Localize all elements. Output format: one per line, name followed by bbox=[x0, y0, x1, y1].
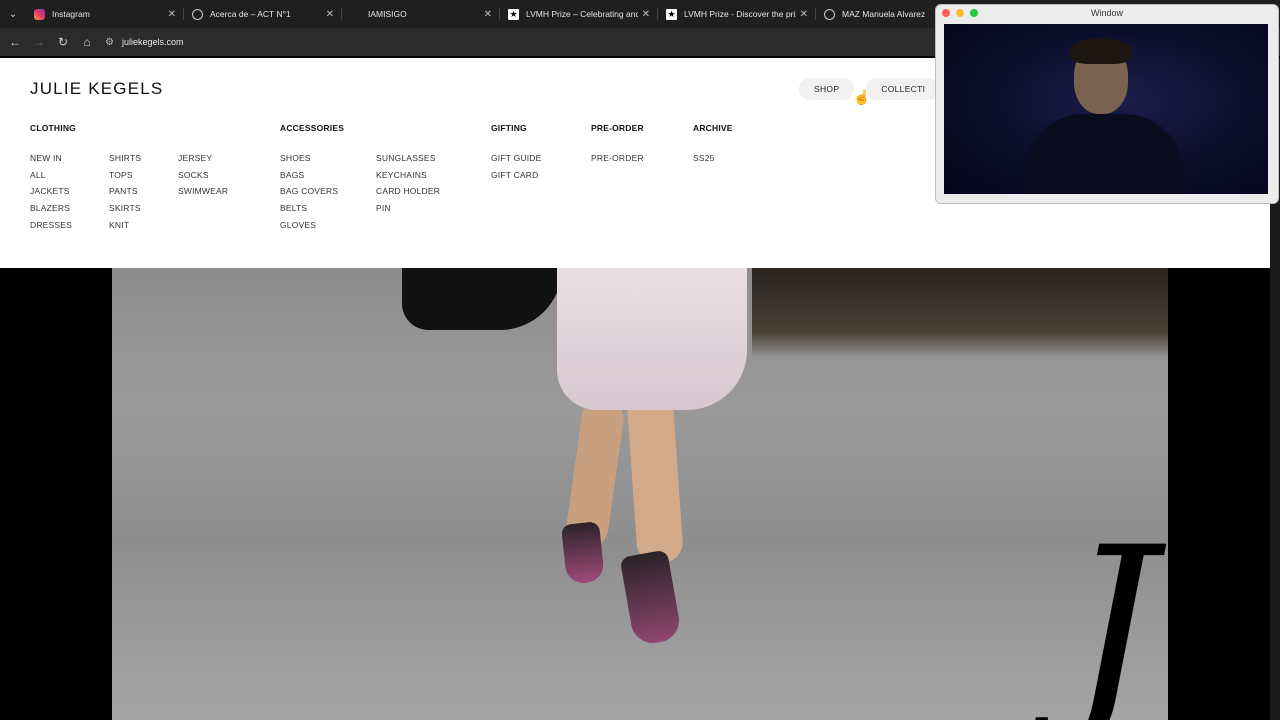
menu-link-jackets[interactable]: JACKETS bbox=[30, 186, 70, 196]
forward-arrow-icon[interactable]: → bbox=[27, 30, 51, 54]
audience-feet bbox=[752, 268, 1168, 358]
black-coat bbox=[402, 268, 562, 330]
menu-link-sunglasses[interactable]: SUNGLASSES bbox=[376, 153, 436, 163]
back-arrow-icon[interactable]: ← bbox=[3, 30, 27, 54]
address-bar[interactable]: ⚙ juliekegels.com bbox=[103, 37, 184, 48]
close-icon[interactable]: ✕ bbox=[168, 9, 176, 20]
close-icon[interactable]: ✕ bbox=[642, 9, 650, 20]
runway-photo bbox=[112, 268, 1168, 720]
site-settings-icon[interactable]: ⚙ bbox=[105, 37, 114, 48]
tab-instagram[interactable]: Instagram ✕ bbox=[26, 0, 184, 28]
menu-link-socks[interactable]: SOCKS bbox=[178, 170, 209, 180]
hero-section: J bbox=[0, 268, 1270, 720]
hand-cursor-icon: ☝ bbox=[853, 89, 871, 105]
tab-title: LVMH Prize – Celebrating and S bbox=[526, 9, 638, 19]
close-icon[interactable]: ✕ bbox=[326, 9, 334, 20]
menu-link-bag-covers[interactable]: BAG COVERS bbox=[280, 186, 338, 196]
webcam-feed bbox=[944, 24, 1268, 194]
person-hair bbox=[1070, 38, 1132, 64]
menu-link-blazers[interactable]: BLAZERS bbox=[30, 203, 70, 213]
pink-dress bbox=[557, 268, 747, 410]
tab-search-icon[interactable]: ⌄ bbox=[0, 0, 26, 28]
menu-link-ss25[interactable]: SS25 bbox=[693, 153, 715, 163]
home-icon[interactable]: ⌂ bbox=[75, 30, 99, 54]
brand-monogram: J bbox=[1068, 500, 1157, 720]
window-title: Window bbox=[1090, 8, 1123, 18]
lvmh-star-icon: ★ bbox=[666, 8, 677, 20]
tab-title: IAMISIGO bbox=[368, 9, 407, 19]
menu-link-knit[interactable]: KNIT bbox=[109, 220, 129, 230]
menu-heading-gifting[interactable]: GIFTING bbox=[491, 123, 527, 133]
menu-link-card-holder[interactable]: CARD HOLDER bbox=[376, 186, 440, 196]
menu-link-skirts[interactable]: SKIRTS bbox=[109, 203, 141, 213]
menu-link-pre-order[interactable]: PRE-ORDER bbox=[591, 153, 644, 163]
menu-heading-pre-order[interactable]: PRE-ORDER bbox=[591, 123, 644, 133]
globe-icon bbox=[192, 8, 203, 20]
url-text[interactable]: juliekegels.com bbox=[122, 37, 184, 47]
lvmh-star-icon: ★ bbox=[508, 8, 519, 20]
person-body bbox=[1024, 114, 1184, 194]
collections-button[interactable]: COLLECTI bbox=[866, 78, 941, 100]
menu-link-swimwear[interactable]: SWIMWEAR bbox=[178, 186, 228, 196]
menu-link-new-in[interactable]: NEW IN bbox=[30, 153, 62, 163]
menu-link-pin[interactable]: PIN bbox=[376, 203, 391, 213]
tab-lvmh-prize-1[interactable]: ★ LVMH Prize – Celebrating and S ✕ bbox=[500, 0, 658, 28]
tab-lvmh-prize-2[interactable]: ★ LVMH Prize - Discover the prize ✕ bbox=[658, 0, 816, 28]
menu-heading-clothing[interactable]: CLOTHING bbox=[30, 123, 76, 133]
model-leg-right bbox=[625, 386, 685, 565]
tab-title: Acerca de – ACT N°1 bbox=[210, 9, 291, 19]
tab-act[interactable]: Acerca de – ACT N°1 ✕ bbox=[184, 0, 342, 28]
menu-heading-archive[interactable]: ARCHIVE bbox=[693, 123, 733, 133]
menu-link-dresses[interactable]: DRESSES bbox=[30, 220, 72, 230]
menu-link-shoes[interactable]: SHOES bbox=[280, 153, 311, 163]
close-icon[interactable]: ✕ bbox=[800, 9, 808, 20]
shop-button[interactable]: SHOP bbox=[799, 78, 855, 100]
close-icon[interactable]: ✕ bbox=[484, 9, 492, 20]
menu-link-gift-card[interactable]: GIFT CARD bbox=[491, 170, 538, 180]
menu-link-tops[interactable]: TOPS bbox=[109, 170, 133, 180]
globe-icon bbox=[824, 8, 835, 20]
site-logo[interactable]: JULIE KEGELS bbox=[30, 79, 163, 99]
blank-favicon-icon bbox=[350, 9, 361, 20]
menu-link-all[interactable]: ALL bbox=[30, 170, 46, 180]
menu-link-gift-guide[interactable]: GIFT GUIDE bbox=[491, 153, 542, 163]
window-titlebar[interactable]: Window bbox=[936, 5, 1278, 21]
tab-title: LVMH Prize - Discover the prize bbox=[684, 9, 796, 19]
tab-iamisigo[interactable]: IAMISIGO ✕ bbox=[342, 0, 500, 28]
menu-link-gloves[interactable]: GLOVES bbox=[280, 220, 316, 230]
reload-icon[interactable]: ↻ bbox=[51, 30, 75, 54]
menu-link-bags[interactable]: BAGS bbox=[280, 170, 304, 180]
menu-heading-accessories[interactable]: ACCESSORIES bbox=[280, 123, 344, 133]
tab-title: Instagram bbox=[52, 9, 90, 19]
menu-link-belts[interactable]: BELTS bbox=[280, 203, 307, 213]
menu-link-keychains[interactable]: KEYCHAINS bbox=[376, 170, 427, 180]
glitter-heel-right bbox=[619, 549, 683, 647]
video-window[interactable]: Window bbox=[935, 4, 1279, 204]
menu-link-shirts[interactable]: SHIRTS bbox=[109, 153, 141, 163]
instagram-icon bbox=[34, 8, 45, 20]
glitter-heel-left bbox=[560, 521, 606, 585]
menu-link-jersey[interactable]: JERSEY bbox=[178, 153, 212, 163]
menu-link-pants[interactable]: PANTS bbox=[109, 186, 138, 196]
